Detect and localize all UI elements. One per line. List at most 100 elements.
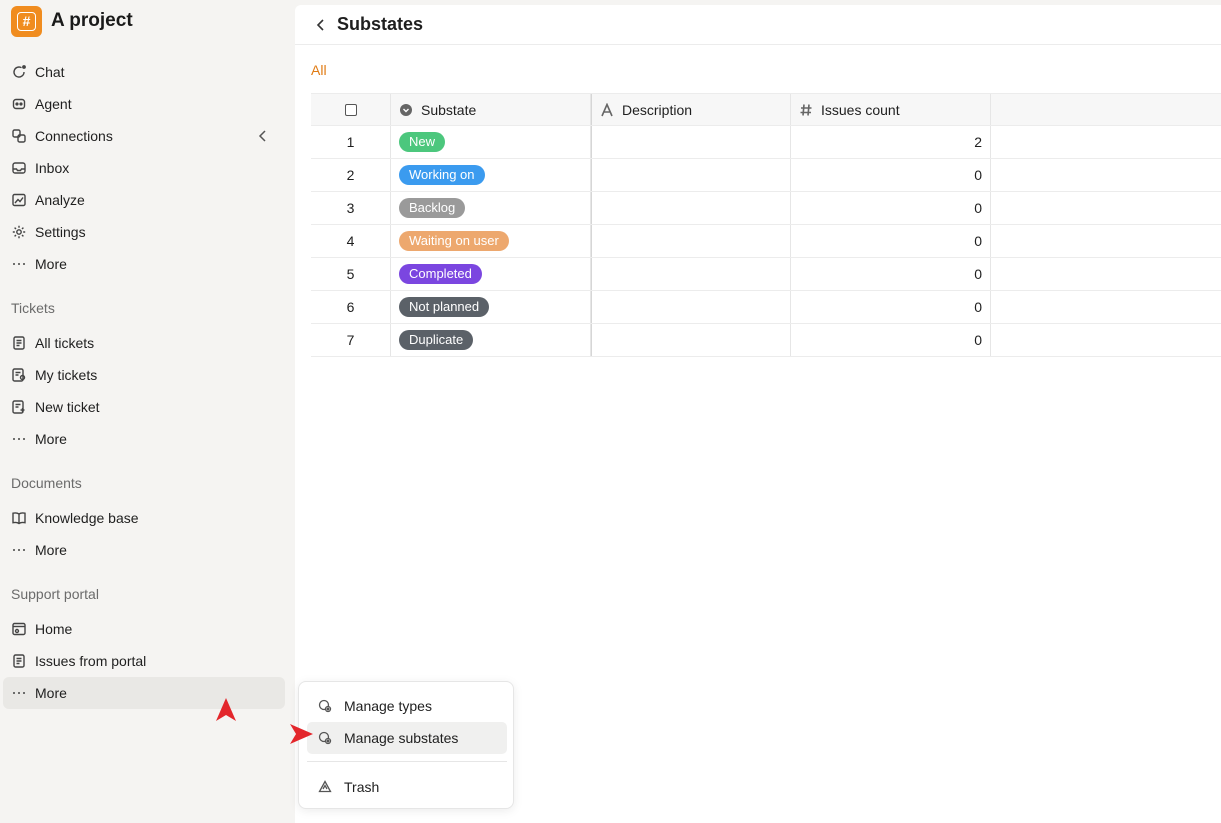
select-all-checkbox[interactable] bbox=[344, 103, 357, 116]
description-cell[interactable] bbox=[591, 258, 791, 290]
issues-count-cell[interactable]: 0 bbox=[791, 258, 991, 290]
issues-count-cell[interactable]: 0 bbox=[791, 324, 991, 356]
project-title: A project bbox=[51, 10, 133, 31]
more-popup-menu: Manage types Manage substates Trash bbox=[298, 681, 514, 809]
table-row[interactable]: 5 Completed 0 bbox=[311, 258, 1221, 291]
substate-pill: Waiting on user bbox=[399, 231, 509, 251]
sidebar-item-analyze[interactable]: Analyze bbox=[3, 184, 285, 216]
menu-item-label: Manage substates bbox=[344, 730, 459, 746]
sidebar-item-home[interactable]: Home bbox=[3, 613, 285, 645]
back-chevron-icon[interactable] bbox=[313, 17, 329, 33]
row-filler bbox=[991, 291, 1221, 323]
tickets-icon bbox=[11, 653, 27, 669]
cursor-arrow-right-icon bbox=[290, 724, 313, 744]
project-header[interactable]: # A project bbox=[11, 5, 133, 37]
table-row[interactable]: 6 Not planned 0 bbox=[311, 291, 1221, 324]
agent-icon bbox=[11, 96, 27, 112]
tickets-icon bbox=[11, 335, 27, 351]
substate-cell[interactable]: Not planned bbox=[391, 291, 591, 323]
collapse-chevron-icon[interactable] bbox=[255, 128, 271, 144]
row-index: 1 bbox=[311, 126, 391, 158]
substate-cell[interactable]: Duplicate bbox=[391, 324, 591, 356]
trash-icon bbox=[318, 780, 332, 794]
manage-icon bbox=[318, 699, 332, 713]
table-row[interactable]: 4 Waiting on user 0 bbox=[311, 225, 1221, 258]
sidebar-item-label: More bbox=[35, 431, 67, 447]
substate-cell[interactable]: New bbox=[391, 126, 591, 158]
row-filler bbox=[991, 126, 1221, 158]
table-row[interactable]: 2 Working on 0 bbox=[311, 159, 1221, 192]
substate-cell[interactable]: Working on bbox=[391, 159, 591, 191]
column-header-label: Description bbox=[622, 101, 693, 118]
sidebar-item-label: Agent bbox=[35, 96, 72, 112]
sidebar-item-new-ticket[interactable]: New ticket bbox=[3, 391, 285, 423]
menu-item-manage-substates[interactable]: Manage substates bbox=[307, 722, 507, 754]
chat-icon bbox=[11, 64, 27, 80]
sidebar-item-label: Knowledge base bbox=[35, 510, 139, 526]
sidebar-item-label: More bbox=[35, 685, 67, 701]
column-header-issues-count[interactable]: Issues count bbox=[791, 94, 991, 125]
sidebar-item-label: Analyze bbox=[35, 192, 85, 208]
table-row[interactable]: 7 Duplicate 0 bbox=[311, 324, 1221, 357]
description-cell[interactable] bbox=[591, 324, 791, 356]
issues-count-cell[interactable]: 0 bbox=[791, 159, 991, 191]
analyze-icon bbox=[11, 192, 27, 208]
sidebar-item-more[interactable]: More bbox=[3, 248, 285, 280]
sidebar-item-issues-from-portal[interactable]: Issues from portal bbox=[3, 645, 285, 677]
row-index: 5 bbox=[311, 258, 391, 290]
substate-cell[interactable]: Completed bbox=[391, 258, 591, 290]
manage-icon bbox=[318, 731, 332, 745]
row-index: 7 bbox=[311, 324, 391, 356]
sidebar-item-label: Issues from portal bbox=[35, 653, 147, 669]
my-tickets-icon bbox=[11, 367, 27, 383]
substate-cell[interactable]: Backlog bbox=[391, 192, 591, 224]
row-filler bbox=[991, 225, 1221, 257]
description-cell[interactable] bbox=[591, 225, 791, 257]
text-type-icon bbox=[600, 102, 614, 117]
more-icon bbox=[11, 542, 27, 558]
sidebar-item-portal-more[interactable]: More bbox=[3, 677, 285, 709]
sidebar-item-knowledge-base[interactable]: Knowledge base bbox=[3, 502, 285, 534]
sidebar-item-all-tickets[interactable]: All tickets bbox=[3, 327, 285, 359]
substate-pill: Working on bbox=[399, 165, 485, 185]
substate-pill: Backlog bbox=[399, 198, 466, 218]
table-row[interactable]: 1 New 2 bbox=[311, 126, 1221, 159]
issues-count-cell[interactable]: 0 bbox=[791, 192, 991, 224]
sidebar-item-documents-more[interactable]: More bbox=[3, 534, 285, 566]
sidebar-item-settings[interactable]: Settings bbox=[3, 216, 285, 248]
substate-cell[interactable]: Waiting on user bbox=[391, 225, 591, 257]
description-cell[interactable] bbox=[591, 192, 791, 224]
sidebar-item-label: Home bbox=[35, 621, 73, 637]
sidebar-item-label: Settings bbox=[35, 224, 86, 240]
menu-item-label: Manage types bbox=[344, 698, 432, 714]
more-icon bbox=[11, 431, 27, 447]
sidebar-item-my-tickets[interactable]: My tickets bbox=[3, 359, 285, 391]
issues-count-cell[interactable]: 2 bbox=[791, 126, 991, 158]
sidebar-item-agent[interactable]: Agent bbox=[3, 88, 285, 120]
issues-count-cell[interactable]: 0 bbox=[791, 291, 991, 323]
column-header-label: Substate bbox=[421, 101, 477, 118]
sidebar-item-tickets-more[interactable]: More bbox=[3, 423, 285, 455]
substate-pill: Duplicate bbox=[399, 330, 474, 350]
select-type-icon bbox=[399, 103, 413, 117]
issues-count-cell[interactable]: 0 bbox=[791, 225, 991, 257]
tab-all[interactable]: All bbox=[311, 62, 327, 78]
description-cell[interactable] bbox=[591, 159, 791, 191]
sidebar-item-connections[interactable]: Connections bbox=[3, 120, 285, 152]
row-index: 4 bbox=[311, 225, 391, 257]
description-cell[interactable] bbox=[591, 291, 791, 323]
column-header-substate[interactable]: Substate bbox=[391, 94, 591, 125]
substate-pill: Completed bbox=[399, 264, 482, 284]
row-index: 3 bbox=[311, 192, 391, 224]
sidebar-item-chat[interactable]: Chat bbox=[3, 56, 285, 88]
header-select-cell bbox=[311, 94, 391, 125]
menu-item-trash[interactable]: Trash bbox=[307, 771, 507, 803]
description-cell[interactable] bbox=[591, 126, 791, 158]
sidebar-item-inbox[interactable]: Inbox bbox=[3, 152, 285, 184]
table-row[interactable]: 3 Backlog 0 bbox=[311, 192, 1221, 225]
column-header-description[interactable]: Description bbox=[591, 94, 791, 125]
more-icon bbox=[11, 256, 27, 272]
sidebar-item-label: More bbox=[35, 256, 67, 272]
row-filler bbox=[991, 159, 1221, 191]
menu-item-manage-types[interactable]: Manage types bbox=[307, 690, 507, 722]
